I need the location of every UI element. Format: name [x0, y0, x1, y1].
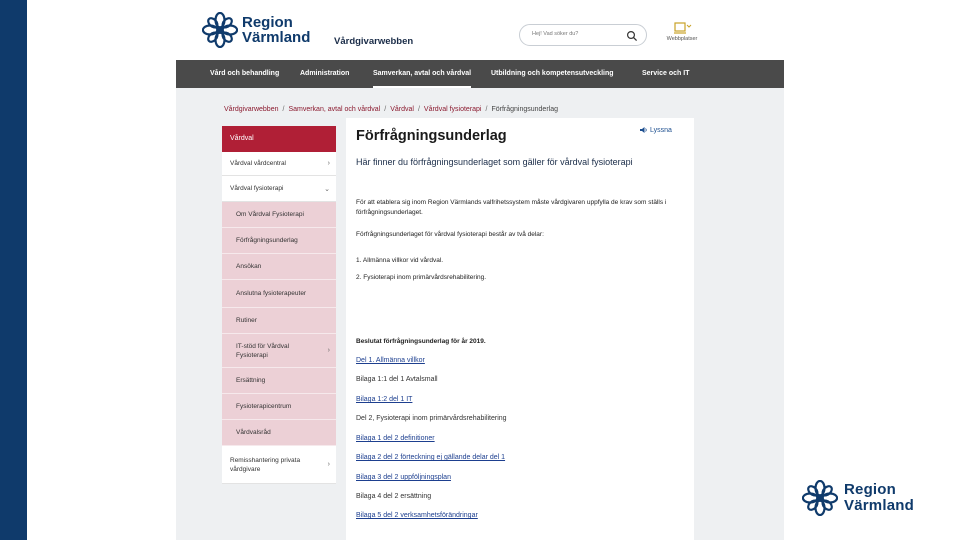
- section-sidebar: Vårdval Vårdval vårdcentral › Vårdval fy…: [222, 126, 336, 484]
- breadcrumb-current: Förfrågningsunderlag: [491, 106, 558, 113]
- page-title: Förfrågningsunderlag: [356, 128, 507, 144]
- logo-line-2: Värmland: [242, 29, 311, 46]
- sidebar-subitem[interactable]: Fysioterapicentrum: [222, 394, 336, 420]
- breadcrumb: Vårdgivarwebben / Samverkan, avtal och vår…: [224, 106, 558, 113]
- breadcrumb-item[interactable]: Vårdgivarwebben: [224, 106, 278, 113]
- doc-link[interactable]: Bilaga 2 del 2 förteckning ej gällande d…: [356, 454, 505, 461]
- sidebar-subitem-label: Rutiner: [236, 317, 257, 324]
- sidebar-subitem[interactable]: Rutiner: [222, 308, 336, 334]
- nav-item-utbildning[interactable]: Utbildning och kompetensutveckling: [491, 60, 614, 88]
- doc-link[interactable]: Bilaga 1 del 2 definitioner: [356, 435, 435, 442]
- chevron-right-icon[interactable]: ›: [328, 346, 330, 355]
- sidebar-item-label: Remisshantering privata vårdgivare: [230, 456, 301, 473]
- sidebar-subitem[interactable]: Ansökan: [222, 254, 336, 280]
- sidebar-subitem-label: Fysioterapicentrum: [236, 403, 292, 410]
- doc-link[interactable]: Bilaga 5 del 2 verksamhetsförändringar: [356, 512, 478, 519]
- sidebar-subitem-label: IT-stöd för Vårdval Fysioterapi: [236, 342, 290, 359]
- body-paragraph: 1. Allmänna villkor vid vårdval.: [356, 257, 444, 264]
- chevron-down-icon[interactable]: ⌄: [324, 185, 330, 193]
- doc-text: Del 2, Fysioterapi inom primärvårdsrehab…: [356, 415, 507, 422]
- body-paragraph: Förfrågningsunderlaget för vårdval fysio…: [356, 231, 544, 238]
- sidebar-subitem[interactable]: Om Vårdval Fysioterapi: [222, 202, 336, 228]
- doc-link[interactable]: Del 1. Allmänna villkor: [356, 357, 425, 364]
- brand-line-2: Värmland: [844, 497, 914, 514]
- nav-item-samverkan[interactable]: Samverkan, avtal och vårdval: [373, 60, 472, 88]
- search-placeholder: Hej! Vad söker du?: [532, 31, 579, 37]
- websites-menu[interactable]: Webbplatser: [662, 22, 702, 48]
- sidebar-subitem[interactable]: Anslutna fysioterapeuter: [222, 280, 336, 308]
- main-nav: Vård och behandling Administration Samve…: [176, 60, 784, 88]
- doc-text: Bilaga 4 del 2 ersättning: [356, 493, 432, 500]
- breadcrumb-item[interactable]: Vårdval fysioterapi: [424, 106, 482, 113]
- sidebar-subitem[interactable]: Ersättning: [222, 368, 336, 394]
- speaker-icon: [640, 127, 647, 133]
- sidebar-subitem-label: Ersättning: [236, 377, 266, 384]
- site-header: Region Värmland Vårdgivarwebben Hej! Vad…: [176, 0, 784, 60]
- sidebar-item-label: Vårdval fysioterapi: [230, 185, 284, 192]
- site-name[interactable]: Vårdgivarwebben: [334, 36, 413, 47]
- nav-item-vard-och-behandling[interactable]: Vård och behandling: [210, 60, 279, 88]
- listen-button[interactable]: Lyssna: [640, 126, 672, 134]
- chevron-right-icon[interactable]: ›: [328, 160, 330, 167]
- sidebar-subitem-label: Anslutna fysioterapeuter: [236, 290, 307, 297]
- flower-logo-icon: [202, 12, 238, 48]
- sidebar-subitem[interactable]: Vårdvalsråd: [222, 420, 336, 446]
- search-icon[interactable]: [626, 30, 638, 42]
- doc-text: Bilaga 1:1 del 1 Avtalsmall: [356, 376, 438, 383]
- site-logo[interactable]: Region Värmland: [202, 12, 310, 48]
- doc-link[interactable]: Bilaga 3 del 2 uppföljningsplan: [356, 474, 451, 481]
- lead-text: Här finner du förfrågningsunderlaget som…: [356, 157, 633, 167]
- brand-line-1: Region: [844, 481, 897, 498]
- sidebar-item-label: Vårdval vårdcentral: [230, 160, 286, 167]
- sidebar-subitem-label: Förfrågningsunderlag: [236, 237, 298, 244]
- doc-link[interactable]: Bilaga 1:2 del 1 IT: [356, 396, 412, 403]
- logo-line-1: Region: [242, 14, 293, 31]
- chevron-right-icon[interactable]: ›: [328, 460, 330, 469]
- flower-logo-icon: [802, 480, 838, 516]
- sidebar-subitem-label: Om Vårdval Fysioterapi: [236, 211, 304, 218]
- slide-accent-bar: [0, 0, 27, 540]
- search-input[interactable]: Hej! Vad söker du?: [519, 24, 647, 46]
- breadcrumb-item[interactable]: Vårdval: [390, 106, 414, 113]
- sidebar-subitem-current[interactable]: Förfrågningsunderlag: [222, 228, 336, 254]
- sidebar-item-remisshantering[interactable]: Remisshantering privata vårdgivare ›: [222, 446, 336, 484]
- nav-item-service-och-it[interactable]: Service och IT: [642, 60, 689, 88]
- sidebar-item-vardval-fysioterapi[interactable]: Vårdval fysioterapi ⌄: [222, 176, 336, 202]
- breadcrumb-item[interactable]: Samverkan, avtal och vårdval: [288, 106, 380, 113]
- sidebar-subitem-label: Ansökan: [236, 263, 262, 270]
- websites-icon: [674, 22, 692, 34]
- section-subheading: Beslutat förfrågningsunderlag för år 201…: [356, 338, 486, 345]
- listen-label: Lyssna: [649, 126, 672, 134]
- websites-label: Webbplatser: [666, 36, 698, 42]
- sidebar-subitem-label: Vårdvalsråd: [236, 429, 271, 436]
- sidebar-heading[interactable]: Vårdval: [222, 126, 336, 152]
- sidebar-item-vardval-vardcentral[interactable]: Vårdval vårdcentral ›: [222, 152, 336, 176]
- body-paragraph: 2. Fysioterapi inom primärvårdsrehabilit…: [356, 274, 487, 281]
- body-paragraph: För att etablera sig inom Region Värmlan…: [356, 199, 667, 216]
- sidebar-subitem[interactable]: IT-stöd för Vårdval Fysioterapi ›: [222, 334, 336, 368]
- webpage-screenshot: Region Värmland Vårdgivarwebben Hej! Vad…: [176, 0, 784, 540]
- nav-item-administration[interactable]: Administration: [300, 60, 349, 88]
- region-varmland-logo: Region Värmland: [802, 476, 942, 520]
